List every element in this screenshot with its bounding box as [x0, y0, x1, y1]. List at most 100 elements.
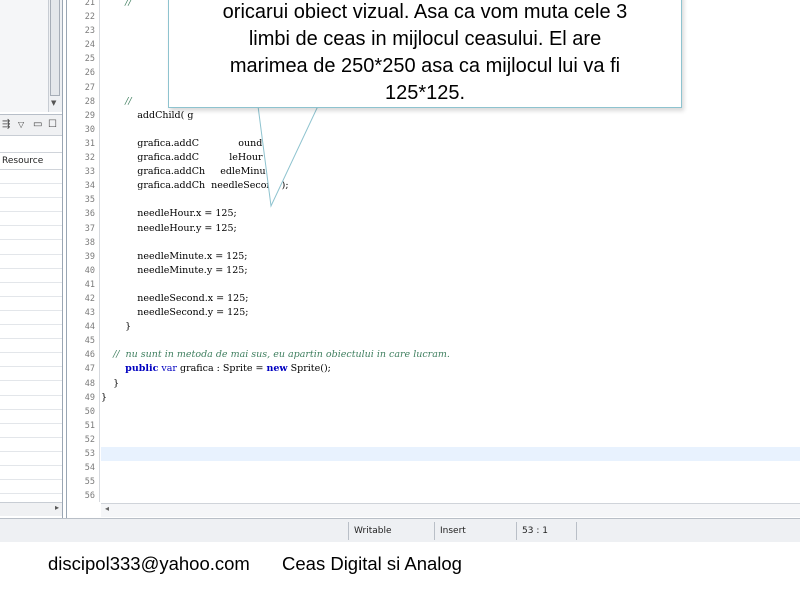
table-row[interactable] — [0, 311, 62, 326]
left-upper-scroll-thumb[interactable] — [50, 0, 60, 96]
code-line[interactable]: } — [101, 320, 800, 334]
table-row[interactable] — [0, 269, 62, 283]
line-number: 31 — [84, 138, 95, 149]
maximize-icon[interactable]: ☐ — [48, 119, 57, 130]
code-line[interactable]: grafica.addC leHour ); — [101, 151, 800, 165]
code-token: needleSecond.x = 125; — [137, 292, 249, 304]
code-token: // — [125, 0, 132, 8]
line-number: 48 — [84, 378, 95, 389]
code-line[interactable]: grafica.addCh needleSecond ); — [101, 179, 800, 193]
status-insert-mode: Insert — [434, 522, 516, 540]
line-numbers: 21 22 23 24 25 26 27 28 29 30 31 32 33 34 35 36 37 38 39 40… — [67, 0, 95, 503]
code-token: needleSecond.y = 125; — [137, 307, 249, 319]
table-row[interactable] — [0, 410, 62, 424]
resource-column-header[interactable]: Resource — [0, 152, 62, 170]
code-line[interactable] — [101, 489, 800, 503]
code-line[interactable]: } — [101, 391, 800, 405]
code-line[interactable]: grafica.addC ound ); — [101, 137, 800, 151]
code-line[interactable]: needleHour.y = 125; — [101, 222, 800, 236]
minimize-icon[interactable]: ▭ — [33, 119, 42, 130]
callout-line: 125*125. — [384, 82, 466, 104]
line-number: 32 — [84, 153, 95, 164]
table-row[interactable] — [0, 396, 62, 410]
code-token: grafica.addCh — [137, 180, 206, 192]
table-row[interactable] — [0, 240, 62, 255]
code-token: grafica.addC — [137, 137, 199, 149]
table-row[interactable] — [0, 480, 62, 495]
chevron-down-icon[interactable]: ▽ — [18, 120, 24, 129]
code-token: needleSecond ); — [211, 180, 289, 192]
callout-line: oricarui obiect vizual. Asa ca vom muta … — [222, 1, 628, 23]
current-code-line[interactable] — [101, 447, 800, 462]
line-number: 43 — [84, 308, 95, 319]
code-line[interactable]: needleSecond.y = 125; — [101, 306, 800, 320]
table-row[interactable] — [0, 438, 62, 452]
view-menu-icon[interactable]: ⇶ — [2, 119, 10, 130]
table-row[interactable] — [0, 283, 62, 297]
line-number: 38 — [84, 237, 95, 248]
left-horizontal-scrollbar[interactable]: ▸ — [0, 502, 62, 516]
code-line[interactable] — [101, 236, 800, 250]
callout-text: oricarui obiect vizual. Asa ca vom muta … — [175, 0, 675, 107]
code-token: } — [113, 377, 120, 389]
line-number: 21 — [84, 0, 95, 8]
code-line[interactable] — [101, 193, 800, 207]
callout-bubble: oricarui obiect vizual. Asa ca vom muta … — [168, 0, 682, 108]
line-number: 36 — [84, 209, 95, 220]
line-number: 35 — [84, 195, 95, 206]
code-line[interactable]: needleMinute.x = 125; — [101, 250, 800, 264]
scroll-left-arrow-icon[interactable]: ◂ — [105, 504, 109, 513]
code-line[interactable]: } — [101, 377, 800, 391]
code-line[interactable] — [101, 475, 800, 489]
slide-footer: discipol333@yahoo.com Ceas Digital si An… — [0, 542, 800, 600]
code-line[interactable] — [101, 461, 800, 475]
left-view-toolbar: ⇶ ▽ ▭ ☐ — [0, 114, 62, 136]
line-number: 24 — [84, 40, 95, 51]
code-line[interactable]: grafica.addCh edleMinute ); — [101, 165, 800, 179]
code-line[interactable] — [101, 123, 800, 137]
line-number: 28 — [84, 96, 95, 107]
line-number: 49 — [84, 392, 95, 403]
code-token: ound ); — [238, 137, 273, 149]
callout-line: limbi de ceas in mijlocul ceasului. El a… — [248, 28, 602, 50]
table-row[interactable] — [0, 297, 62, 311]
code-line[interactable]: needleHour.x = 125; — [101, 207, 800, 221]
code-token: // — [125, 95, 132, 107]
table-row[interactable] — [0, 466, 62, 481]
table-row[interactable] — [0, 226, 62, 241]
line-number: 45 — [84, 336, 95, 347]
table-row[interactable] — [0, 353, 62, 368]
code-line[interactable] — [101, 433, 800, 447]
scroll-down-arrow-icon[interactable]: ▼ — [51, 99, 56, 107]
line-number: 56 — [84, 491, 95, 502]
code-line[interactable]: // nu sunt in metoda de mai sus, eu apar… — [101, 348, 800, 362]
code-line[interactable]: needleMinute.y = 125; — [101, 264, 800, 278]
line-number: 44 — [84, 322, 95, 333]
code-line[interactable] — [101, 405, 800, 419]
table-row[interactable] — [0, 198, 62, 213]
code-token: needleHour.y = 125; — [137, 222, 237, 234]
footer-email: discipol333@yahoo.com — [48, 553, 250, 574]
code-line[interactable] — [101, 278, 800, 292]
table-row[interactable] — [0, 170, 62, 185]
table-row[interactable] — [0, 452, 62, 466]
scroll-right-arrow-icon[interactable]: ▸ — [55, 503, 59, 512]
code-line[interactable]: public var grafica : Sprite = new Sprite… — [101, 362, 800, 376]
code-line[interactable]: addChild( g — [101, 109, 800, 123]
code-line[interactable] — [101, 419, 800, 433]
table-row[interactable] — [0, 381, 62, 396]
editor-horizontal-scrollbar[interactable]: ◂ — [101, 503, 800, 517]
line-number: 27 — [84, 82, 95, 93]
table-row[interactable] — [0, 339, 62, 354]
table-row[interactable] — [0, 367, 62, 382]
code-line[interactable]: needleSecond.x = 125; — [101, 292, 800, 306]
table-row[interactable] — [0, 325, 62, 340]
table-row[interactable] — [0, 424, 62, 438]
table-row[interactable] — [0, 184, 62, 199]
left-panel: ▼ ⇶ ▽ ▭ ☐ Resource ▸ — [0, 0, 63, 518]
table-row[interactable] — [0, 212, 62, 227]
code-line[interactable] — [101, 334, 800, 348]
table-row[interactable] — [0, 255, 62, 269]
line-number: 26 — [84, 68, 95, 79]
